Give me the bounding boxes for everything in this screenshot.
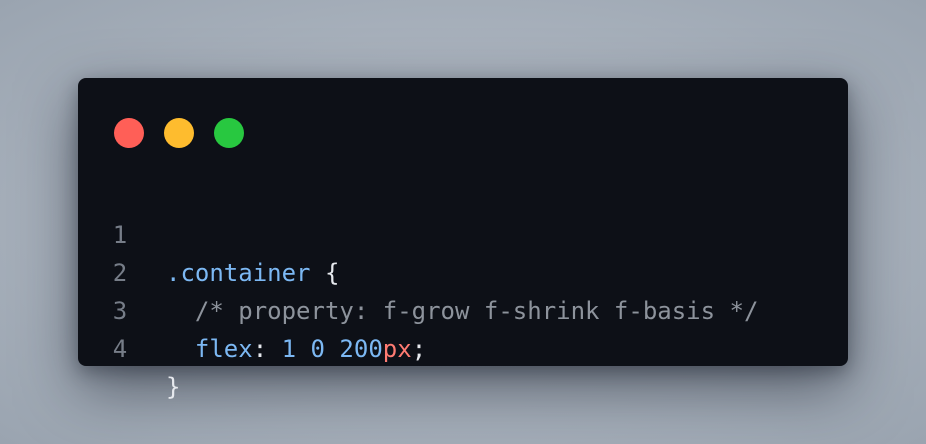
css-property: flex: [194, 335, 253, 363]
flex-shrink-value: 0: [310, 335, 325, 363]
minimize-button[interactable]: [164, 118, 194, 148]
code-line: 2 /* property: f-grow f-shrink f-basis *…: [78, 216, 848, 325]
close-button[interactable]: [114, 118, 144, 148]
line-content: }: [166, 368, 180, 406]
semicolon: ;: [411, 335, 427, 363]
line-number: 4: [112, 335, 128, 363]
close-brace: }: [166, 373, 181, 401]
colon: :: [252, 335, 268, 363]
window-controls: [114, 118, 244, 148]
unit: px: [382, 335, 412, 363]
code-window: 1 .container { 2 /* property: f-grow f-s…: [78, 78, 848, 401]
maximize-button[interactable]: [214, 118, 244, 148]
flex-grow-value: 1: [281, 335, 297, 363]
code-line: 3 flex: 1 0 200px;: [78, 254, 848, 363]
code-line: 1 .container {: [78, 178, 848, 287]
code-block: 1 .container { 2 /* property: f-grow f-s…: [78, 178, 848, 401]
flex-basis-value: 200: [339, 335, 383, 363]
line-content: flex: 1 0 200px;: [166, 330, 426, 368]
code-line: 4 }: [78, 292, 848, 401]
